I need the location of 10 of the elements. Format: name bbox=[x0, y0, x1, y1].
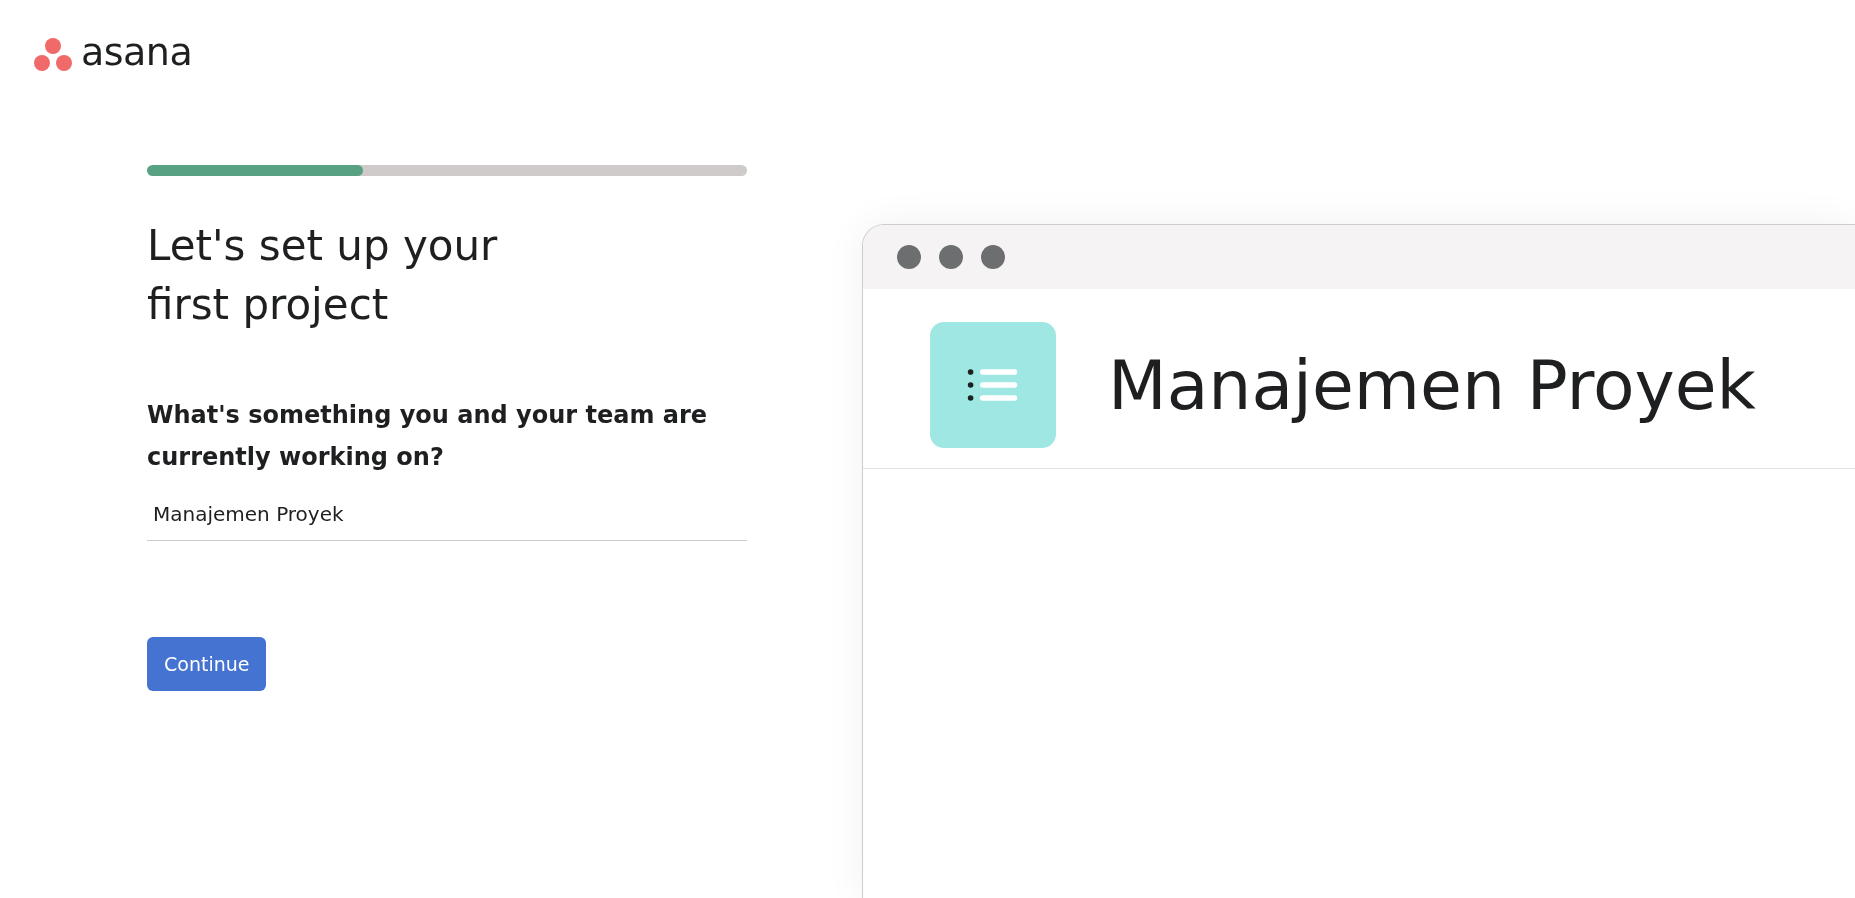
window-dot-icon bbox=[939, 245, 963, 269]
window-dot-icon bbox=[981, 245, 1005, 269]
question-label: What's something you and your team are currently working on? bbox=[147, 400, 709, 473]
logo-text: asana bbox=[81, 33, 193, 76]
window-dot-icon bbox=[897, 245, 921, 269]
heading: Let's set up your first project bbox=[147, 220, 499, 331]
preview-project-title: Manajemen Proyek bbox=[1108, 345, 1756, 425]
logo-icon bbox=[33, 37, 73, 73]
list-icon bbox=[930, 322, 1056, 448]
continue-button[interactable]: Continue bbox=[147, 637, 267, 691]
